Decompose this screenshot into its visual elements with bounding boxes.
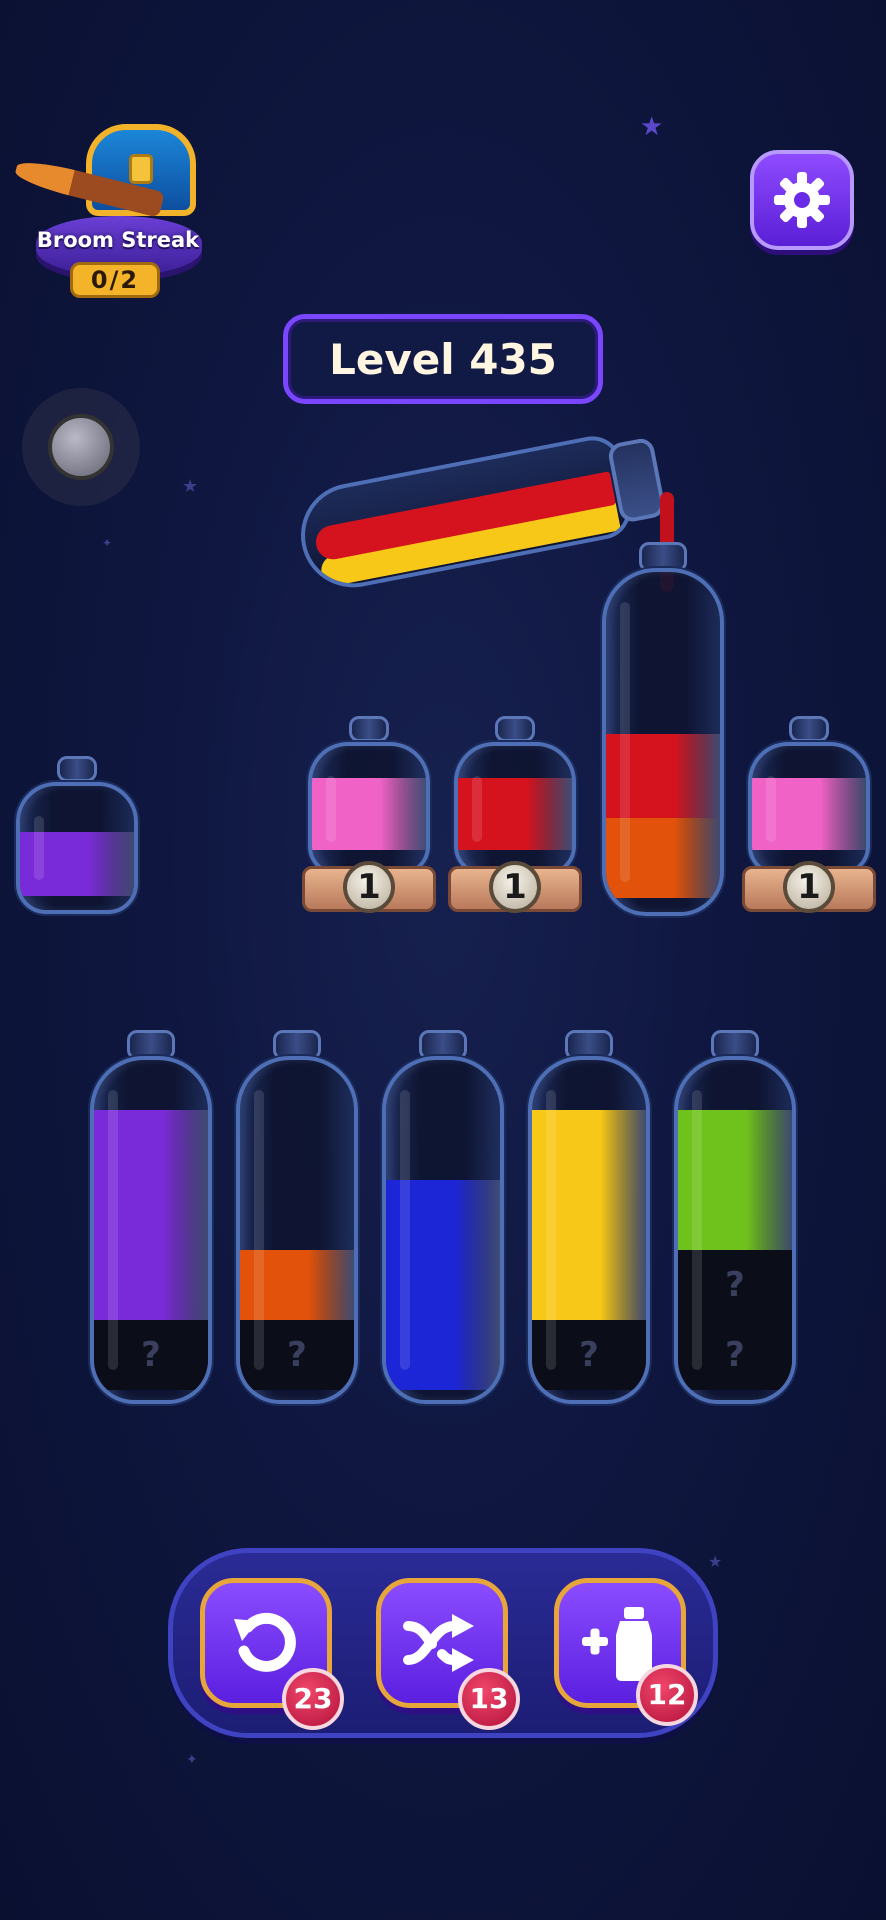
- bottle-body: [602, 568, 724, 916]
- lock-plate: 1: [302, 861, 436, 913]
- bottle-body: ?: [236, 1056, 358, 1404]
- bottle-body: [308, 742, 430, 876]
- lock-count: 1: [343, 861, 395, 913]
- star-decoration: ✦: [102, 536, 113, 550]
- joystick-knob[interactable]: [48, 414, 114, 480]
- bottle[interactable]: [454, 716, 576, 876]
- shuffle-icon: [403, 1614, 474, 1672]
- bottle-neck: [349, 716, 389, 742]
- bottle[interactable]: [748, 716, 870, 876]
- bottle[interactable]: [602, 542, 724, 916]
- bottle-body: ?: [90, 1056, 212, 1404]
- bottle[interactable]: [16, 756, 138, 914]
- joystick-control[interactable]: [22, 388, 140, 506]
- gear-icon: [774, 172, 830, 228]
- settings-button[interactable]: [750, 150, 854, 250]
- star-decoration: ★: [708, 1552, 723, 1571]
- bottle[interactable]: ?: [90, 1030, 212, 1404]
- bottle-body: [454, 742, 576, 876]
- undo-icon: [234, 1612, 296, 1672]
- chest-lock-icon: [129, 154, 153, 184]
- bottle-neck: [57, 756, 97, 782]
- add-bottle-count-badge: 12: [636, 1664, 698, 1726]
- bottle-body: [748, 742, 870, 876]
- bottle[interactable]: ??: [674, 1030, 796, 1404]
- bottle[interactable]: ?: [528, 1030, 650, 1404]
- broom-streak-title: Broom Streak: [36, 228, 200, 252]
- bottle[interactable]: [382, 1030, 504, 1404]
- bottle-body: [382, 1056, 504, 1404]
- bottle-body: ??: [674, 1056, 796, 1404]
- shuffle-count-badge: 13: [458, 1668, 520, 1730]
- undo-count-badge: 23: [282, 1668, 344, 1730]
- star-decoration: ★: [182, 476, 199, 497]
- broom-streak-widget[interactable]: Broom Streak 0/2: [13, 118, 210, 308]
- star-decoration: ✦: [186, 1752, 198, 1768]
- pouring-bottle-body: [292, 431, 636, 597]
- bottle-body: [16, 782, 138, 914]
- lock-count: 1: [489, 861, 541, 913]
- bottle-body: ?: [528, 1056, 650, 1404]
- bottle[interactable]: [308, 716, 430, 876]
- lock-plate: 1: [448, 861, 582, 913]
- level-indicator: Level 435: [283, 314, 603, 404]
- lock-count: 1: [783, 861, 835, 913]
- star-decoration: ★: [640, 112, 664, 142]
- lock-plate: 1: [742, 861, 876, 913]
- bottle-neck: [789, 716, 829, 742]
- bottle[interactable]: ?: [236, 1030, 358, 1404]
- broom-streak-count: 0/2: [70, 262, 160, 298]
- bottle-neck: [495, 716, 535, 742]
